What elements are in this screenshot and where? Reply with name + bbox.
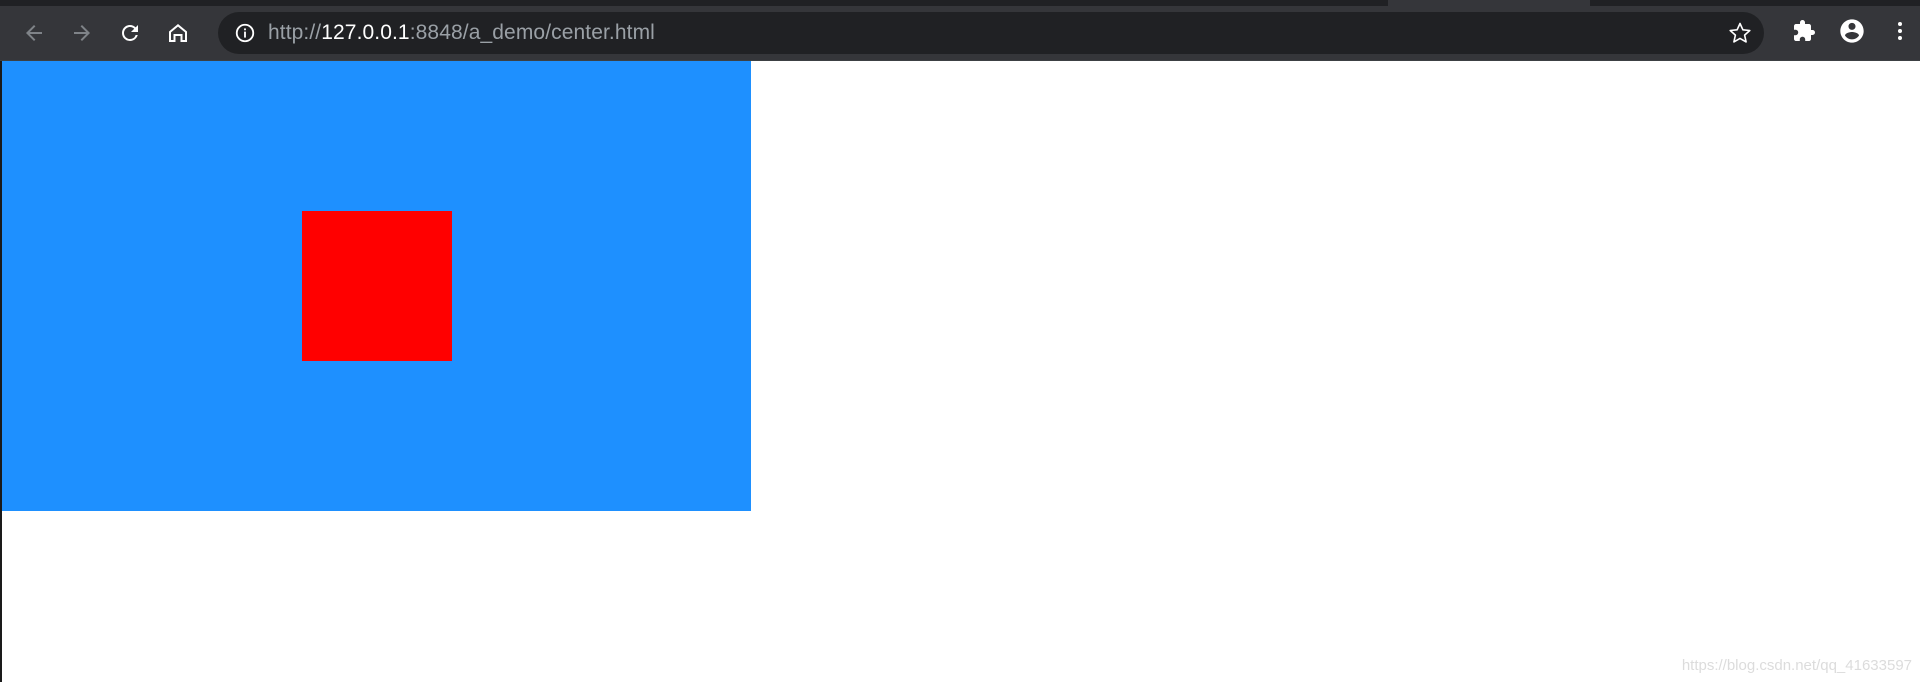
url-host: 127.0.0.1 [321,21,410,44]
browser-window: http://127.0.0.1:8848/a_demo/center.html [0,0,1920,682]
info-icon[interactable] [234,22,256,44]
reload-button[interactable] [106,13,154,53]
arrow-right-icon [70,21,94,45]
toolbar-actions [1780,13,1920,53]
profile-button[interactable] [1828,13,1876,53]
home-button[interactable] [154,13,202,53]
url-scheme: http:// [268,21,322,44]
arrow-left-icon [22,21,46,45]
address-bar[interactable]: http://127.0.0.1:8848/a_demo/center.html [218,12,1764,54]
star-icon[interactable] [1728,21,1752,45]
back-button[interactable] [10,13,58,53]
reload-icon [118,21,142,45]
watermark-text: https://blog.csdn.net/qq_41633597 [1681,657,1912,674]
account-icon [1838,17,1866,50]
window-left-edge [0,61,2,682]
outer-blue-box [2,61,751,511]
menu-button[interactable] [1876,13,1920,53]
browser-toolbar: http://127.0.0.1:8848/a_demo/center.html [0,6,1920,60]
inner-red-box [302,211,452,361]
puzzle-icon [1792,19,1816,48]
extensions-button[interactable] [1780,13,1828,53]
page-viewport: https://blog.csdn.net/qq_41633597 [0,61,1920,682]
kebab-menu-icon [1888,19,1912,48]
home-icon [166,21,190,45]
url-path: :8848/a_demo/center.html [409,21,655,44]
url-text[interactable]: http://127.0.0.1:8848/a_demo/center.html [268,21,655,45]
forward-button[interactable] [58,13,106,53]
